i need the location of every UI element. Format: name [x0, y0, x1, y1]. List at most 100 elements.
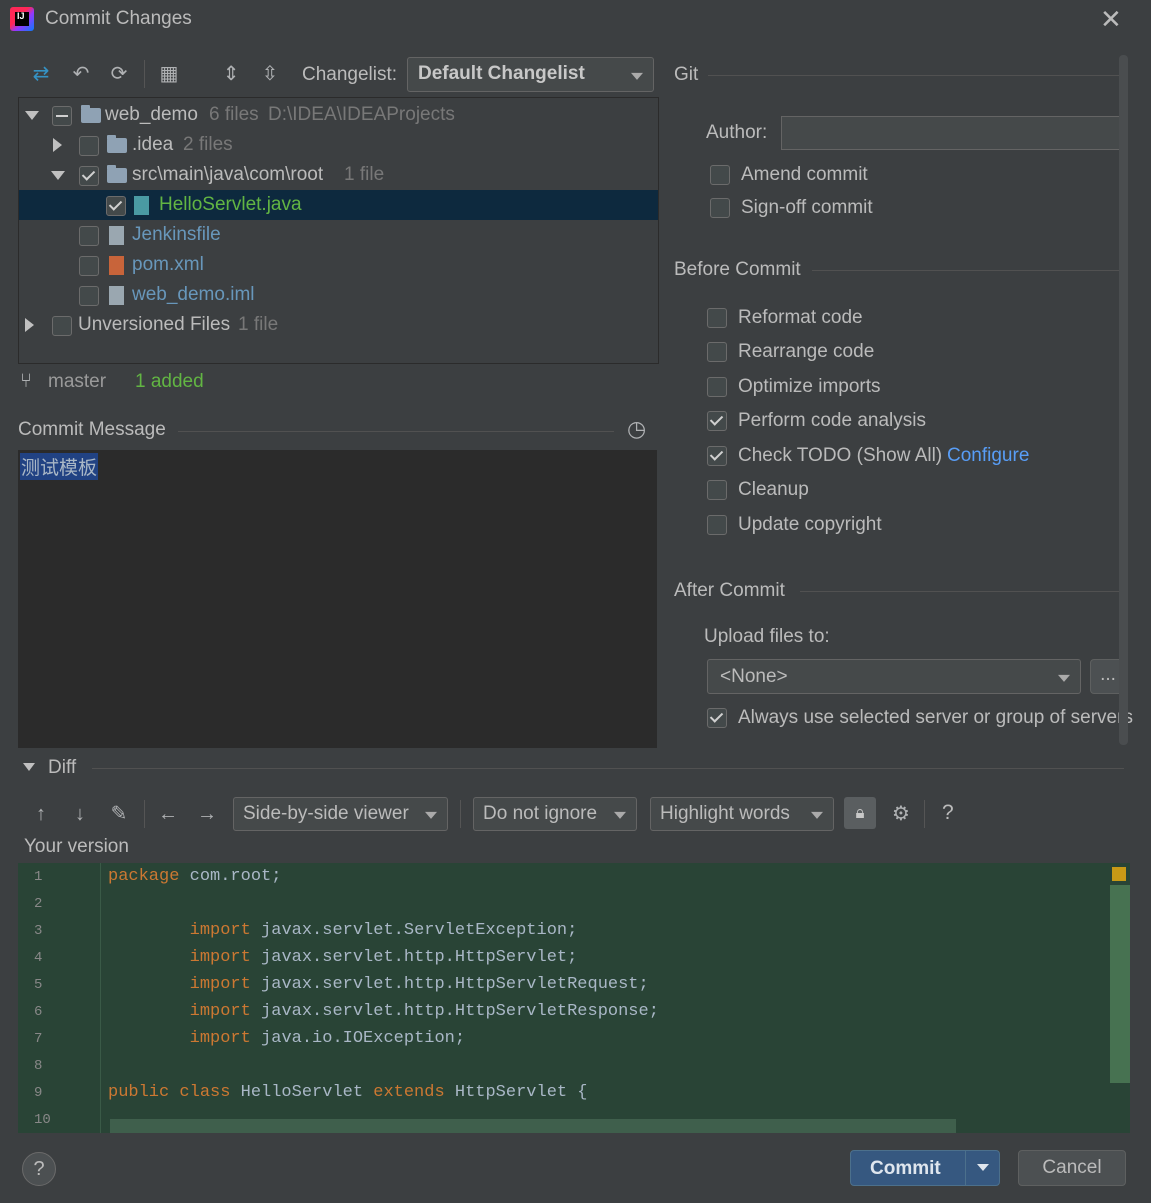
line-number: 8 [34, 1058, 43, 1074]
split-divider [965, 1151, 966, 1185]
optimize-label: Optimize imports [738, 376, 881, 397]
section-divider [708, 75, 1124, 76]
rollback-icon[interactable]: ↶ [68, 61, 94, 87]
move-to-changelist-icon[interactable]: ⇄ [28, 61, 54, 87]
branch-name[interactable]: master [48, 371, 106, 393]
author-label: Author: [706, 122, 768, 143]
section-divider [178, 431, 614, 432]
collapse-all-icon[interactable]: ⇳ [257, 61, 283, 87]
iml-checkbox[interactable] [79, 286, 99, 306]
java-file-icon [134, 196, 149, 215]
src-count: 1 file [344, 164, 385, 185]
tree-row-root[interactable]: web_demo 6 files D:\IDEA\IDEAProjects [19, 100, 658, 130]
expand-all-icon[interactable]: ⇕ [218, 61, 244, 87]
cleanup-label: Cleanup [738, 479, 809, 500]
section-divider [812, 270, 1124, 271]
group-by-icon[interactable]: ▦ [156, 61, 182, 87]
src-checkbox[interactable] [79, 166, 99, 186]
chevron-down-icon [614, 811, 626, 819]
code-keyword: import [189, 1002, 251, 1021]
optimize-checkbox[interactable] [707, 377, 727, 397]
highlight-dropdown[interactable]: Highlight words [650, 797, 834, 831]
viewer-mode-dropdown[interactable]: Side-by-side viewer [233, 797, 448, 831]
next-file-icon[interactable]: → [194, 801, 220, 827]
expand-arrow-icon[interactable] [25, 318, 34, 332]
tree-row-helloservlet[interactable]: HelloServlet.java [19, 190, 658, 220]
toolbar-separator [460, 800, 461, 828]
reformat-checkbox[interactable] [707, 308, 727, 328]
root-checkbox[interactable] [52, 106, 72, 126]
close-icon[interactable]: ✕ [1100, 4, 1122, 35]
signoff-checkbox[interactable] [710, 198, 730, 218]
horizontal-scrollbar[interactable] [110, 1119, 956, 1133]
line-number: 4 [34, 950, 43, 966]
root-name: web_demo [105, 104, 198, 125]
line-number: 6 [34, 1004, 43, 1020]
viewer-mode-value: Side-by-side viewer [243, 803, 409, 824]
unversioned-checkbox[interactable] [52, 316, 72, 336]
tree-row-unversioned[interactable]: Unversioned Files 1 file [19, 310, 658, 340]
module-folder-icon [81, 105, 101, 123]
author-field[interactable] [781, 116, 1125, 150]
tree-row-jenkinsfile[interactable]: Jenkinsfile [19, 220, 658, 250]
inspection-status-icon [1112, 867, 1126, 881]
code-keyword: import [189, 948, 251, 967]
tree-row-idea[interactable]: .idea 2 files [19, 130, 658, 160]
next-difference-icon[interactable]: ↓ [67, 801, 93, 827]
vertical-scrollbar[interactable] [1110, 885, 1130, 1083]
code-line: import javax.servlet.http.HttpServlet; [108, 948, 578, 967]
diff-code-editor[interactable]: 1 package com.root; 2 3 import javax.servle… [18, 863, 1130, 1133]
expand-arrow-icon[interactable] [53, 138, 62, 152]
whitespace-value: Do not ignore [483, 803, 598, 824]
pom-checkbox[interactable] [79, 256, 99, 276]
previous-difference-icon[interactable]: ↑ [28, 801, 54, 827]
diff-collapse-icon[interactable] [23, 763, 35, 771]
unversioned-count: 1 file [238, 314, 279, 335]
tree-row-iml[interactable]: web_demo.iml [19, 280, 658, 310]
diff-help-icon[interactable]: ? [942, 801, 954, 825]
options-scrollbar[interactable] [1119, 55, 1128, 745]
copyright-checkbox[interactable] [707, 515, 727, 535]
line-number: 9 [34, 1085, 43, 1101]
refresh-icon[interactable]: ⟳ [106, 61, 132, 87]
always-use-checkbox[interactable] [707, 708, 727, 728]
copyright-label: Update copyright [738, 514, 882, 535]
lock-icon[interactable]: 🔒︎ [844, 797, 876, 829]
tree-row-pom[interactable]: pom.xml [19, 250, 658, 280]
upload-server-dropdown[interactable]: <None> [707, 659, 1081, 694]
chevron-down-icon[interactable] [977, 1164, 989, 1171]
history-clock-icon[interactable]: ◷ [627, 416, 646, 442]
rearrange-checkbox[interactable] [707, 342, 727, 362]
helloservlet-checkbox[interactable] [106, 196, 126, 216]
code-text: javax.servlet.http.HttpServlet; [250, 948, 578, 967]
commit-message-editor[interactable]: 测试模板 [18, 450, 657, 748]
reformat-label: Reformat code [738, 307, 863, 328]
chevron-down-icon [811, 811, 823, 819]
changelist-dropdown[interactable]: Default Changelist [407, 57, 654, 92]
gear-icon[interactable]: ⚙ [888, 801, 914, 827]
amend-checkbox[interactable] [710, 165, 730, 185]
code-keyword: import [189, 975, 251, 994]
changes-tree[interactable]: web_demo 6 files D:\IDEA\IDEAProjects .i… [18, 97, 659, 364]
unversioned-name: Unversioned Files [78, 314, 231, 335]
help-button[interactable]: ? [22, 1152, 56, 1186]
tree-row-src[interactable]: src\main\java\com\root 1 file [19, 160, 658, 190]
edit-source-icon[interactable]: ✎ [106, 801, 132, 827]
jenkinsfile-checkbox[interactable] [79, 226, 99, 246]
commit-message-text: 测试模板 [20, 453, 99, 480]
whitespace-dropdown[interactable]: Do not ignore [473, 797, 637, 831]
cancel-button[interactable]: Cancel [1018, 1150, 1126, 1186]
code-line: import javax.servlet.http.HttpServletRes… [108, 1002, 659, 1021]
analysis-checkbox[interactable] [707, 411, 727, 431]
expand-arrow-icon[interactable] [25, 111, 39, 120]
previous-file-icon[interactable]: ← [155, 801, 181, 827]
configure-link[interactable]: Configure [947, 444, 1029, 468]
idea-checkbox[interactable] [79, 136, 99, 156]
expand-arrow-icon[interactable] [51, 171, 65, 180]
todo-checkbox[interactable] [707, 446, 727, 466]
code-text: HttpServlet { [444, 1083, 588, 1102]
commit-button[interactable]: Commit [850, 1150, 1000, 1186]
cleanup-checkbox[interactable] [707, 480, 727, 500]
